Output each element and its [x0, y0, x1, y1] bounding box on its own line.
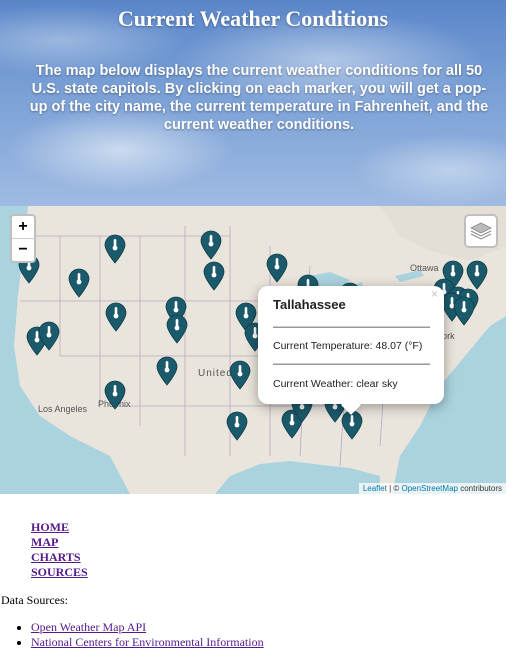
map-label-los-angeles: Los Angeles [38, 404, 88, 414]
weather-map[interactable]: Ottawa York United Los Angeles Phoenix +… [0, 206, 506, 494]
thermometer-icon [453, 296, 475, 326]
thermometer-icon [200, 230, 222, 260]
weather-marker[interactable] [266, 253, 288, 283]
weather-marker[interactable] [166, 314, 188, 344]
source-link[interactable]: Open Weather Map API [31, 620, 146, 634]
thermometer-icon [104, 234, 126, 264]
weather-marker[interactable] [453, 296, 475, 326]
map-attribution: Leaflet | © OpenStreetMap contributors [358, 483, 506, 494]
weather-marker[interactable] [341, 410, 363, 440]
weather-marker[interactable] [105, 302, 127, 332]
thermometer-icon [104, 380, 126, 410]
popup-close-button[interactable]: × [431, 287, 438, 301]
nav-sources-link[interactable]: SOURCES [31, 565, 88, 580]
thermometer-icon [226, 411, 248, 441]
nav-charts-link[interactable]: CHARTS [31, 550, 88, 565]
site-nav: HOME MAP CHARTS SOURCES [31, 520, 88, 580]
thermometer-icon [68, 268, 90, 298]
weather-marker[interactable] [38, 321, 60, 351]
city-popup: × Tallahassee Current Temperature: 48.07… [258, 286, 444, 415]
popup-city-name: Tallahassee [273, 297, 346, 312]
openstreetmap-link[interactable]: OpenStreetMap [401, 484, 457, 493]
map-label-ottawa: Ottawa [410, 263, 439, 273]
popup-divider [273, 363, 430, 365]
list-item: National Centers for Environmental Infor… [31, 635, 264, 650]
data-sources-label: Data Sources: [1, 593, 68, 607]
weather-marker[interactable] [200, 230, 222, 260]
thermometer-icon [166, 314, 188, 344]
source-link[interactable]: National Centers for Environmental Infor… [31, 635, 264, 649]
map-label-united: United [198, 368, 233, 379]
zoom-out-button[interactable]: − [12, 239, 34, 261]
thermometer-icon [266, 253, 288, 283]
weather-marker[interactable] [68, 268, 90, 298]
thermometer-icon [105, 302, 127, 332]
zoom-control: + − [10, 214, 36, 263]
popup-divider [273, 326, 430, 328]
weather-marker[interactable] [156, 356, 178, 386]
thermometer-icon [466, 260, 488, 290]
popup-weather: Current Weather: clear sky [273, 378, 398, 390]
weather-marker[interactable] [229, 360, 251, 390]
layers-icon [470, 222, 492, 240]
list-item: Open Weather Map API [31, 620, 264, 635]
thermometer-icon [341, 410, 363, 440]
page-title: Current Weather Conditions [117, 6, 389, 31]
layers-control-button[interactable] [464, 214, 498, 248]
page-description: The map below displays the current weath… [29, 63, 489, 133]
header-banner: Current Weather Conditions The map below… [0, 0, 506, 206]
zoom-in-button[interactable]: + [12, 216, 34, 239]
weather-marker[interactable] [104, 234, 126, 264]
thermometer-icon [156, 356, 178, 386]
thermometer-icon [203, 261, 225, 291]
weather-marker[interactable] [203, 261, 225, 291]
weather-marker[interactable] [466, 260, 488, 290]
nav-map-link[interactable]: MAP [31, 535, 88, 550]
weather-marker[interactable] [104, 380, 126, 410]
thermometer-icon [38, 321, 60, 351]
leaflet-link[interactable]: Leaflet [363, 484, 387, 493]
thermometer-icon [229, 360, 251, 390]
data-sources-list: Open Weather Map API National Centers fo… [0, 620, 264, 650]
nav-home-link[interactable]: HOME [31, 520, 88, 535]
popup-temperature: Current Temperature: 48.07 (°F) [273, 340, 423, 352]
weather-marker[interactable] [226, 411, 248, 441]
